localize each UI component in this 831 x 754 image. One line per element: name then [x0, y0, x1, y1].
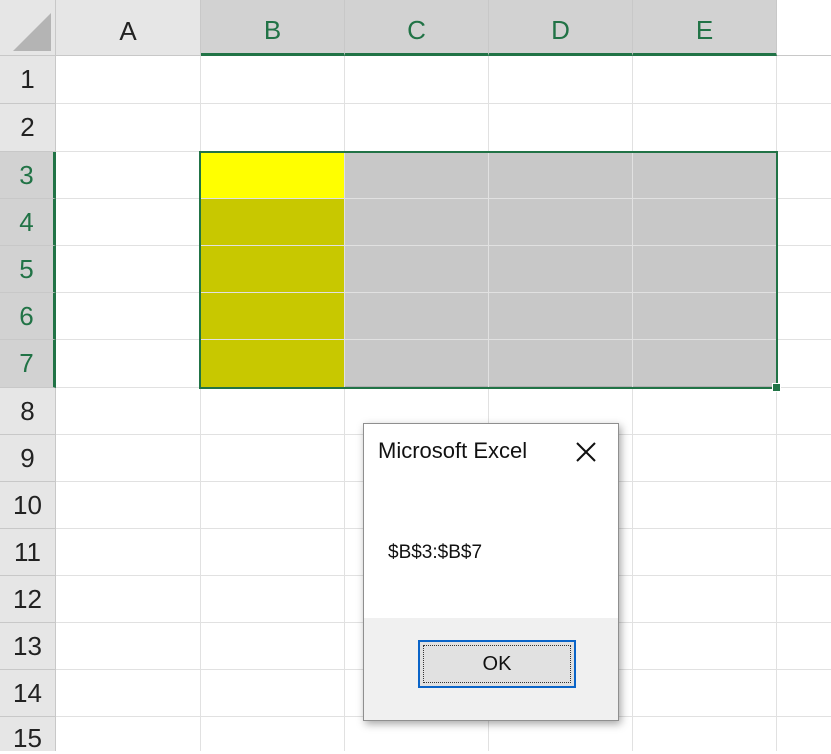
row-header-13[interactable]: 13 [0, 623, 56, 670]
close-icon[interactable] [570, 436, 602, 468]
row-header-9[interactable]: 9 [0, 435, 56, 482]
row-header-8[interactable]: 8 [0, 388, 56, 435]
row-header-11[interactable]: 11 [0, 529, 56, 576]
row-header-14[interactable]: 14 [0, 670, 56, 717]
dialog-footer: OK [364, 618, 618, 720]
row-header-6[interactable]: 6 [0, 293, 56, 340]
ok-button[interactable]: OK [418, 640, 576, 688]
column-header-blank [777, 0, 831, 56]
column-header-b[interactable]: B [201, 0, 345, 56]
message-box: Microsoft Excel $B$3:$B$7 OK [363, 423, 619, 721]
column-header-a[interactable]: A [56, 0, 201, 56]
dialog-message: $B$3:$B$7 [388, 542, 483, 563]
row-header-1[interactable]: 1 [0, 56, 56, 104]
select-all-triangle-icon [13, 13, 51, 51]
fill-handle[interactable] [772, 383, 781, 392]
row-header-5[interactable]: 5 [0, 246, 56, 293]
gridline [56, 103, 831, 104]
row-header-7[interactable]: 7 [0, 340, 56, 388]
row-header-4[interactable]: 4 [0, 199, 56, 246]
row-header-10[interactable]: 10 [0, 482, 56, 529]
row-header-12[interactable]: 12 [0, 576, 56, 623]
dialog-title: Microsoft Excel [378, 438, 528, 463]
column-header-e[interactable]: E [633, 0, 777, 56]
column-header-d[interactable]: D [489, 0, 633, 56]
row-header-3[interactable]: 3 [0, 152, 56, 199]
row-header-15[interactable]: 15 [0, 717, 56, 753]
select-all-button[interactable] [0, 0, 56, 56]
focus-ring [423, 645, 571, 683]
column-header-c[interactable]: C [345, 0, 489, 56]
selection-border [199, 151, 778, 389]
row-header-2[interactable]: 2 [0, 104, 56, 152]
